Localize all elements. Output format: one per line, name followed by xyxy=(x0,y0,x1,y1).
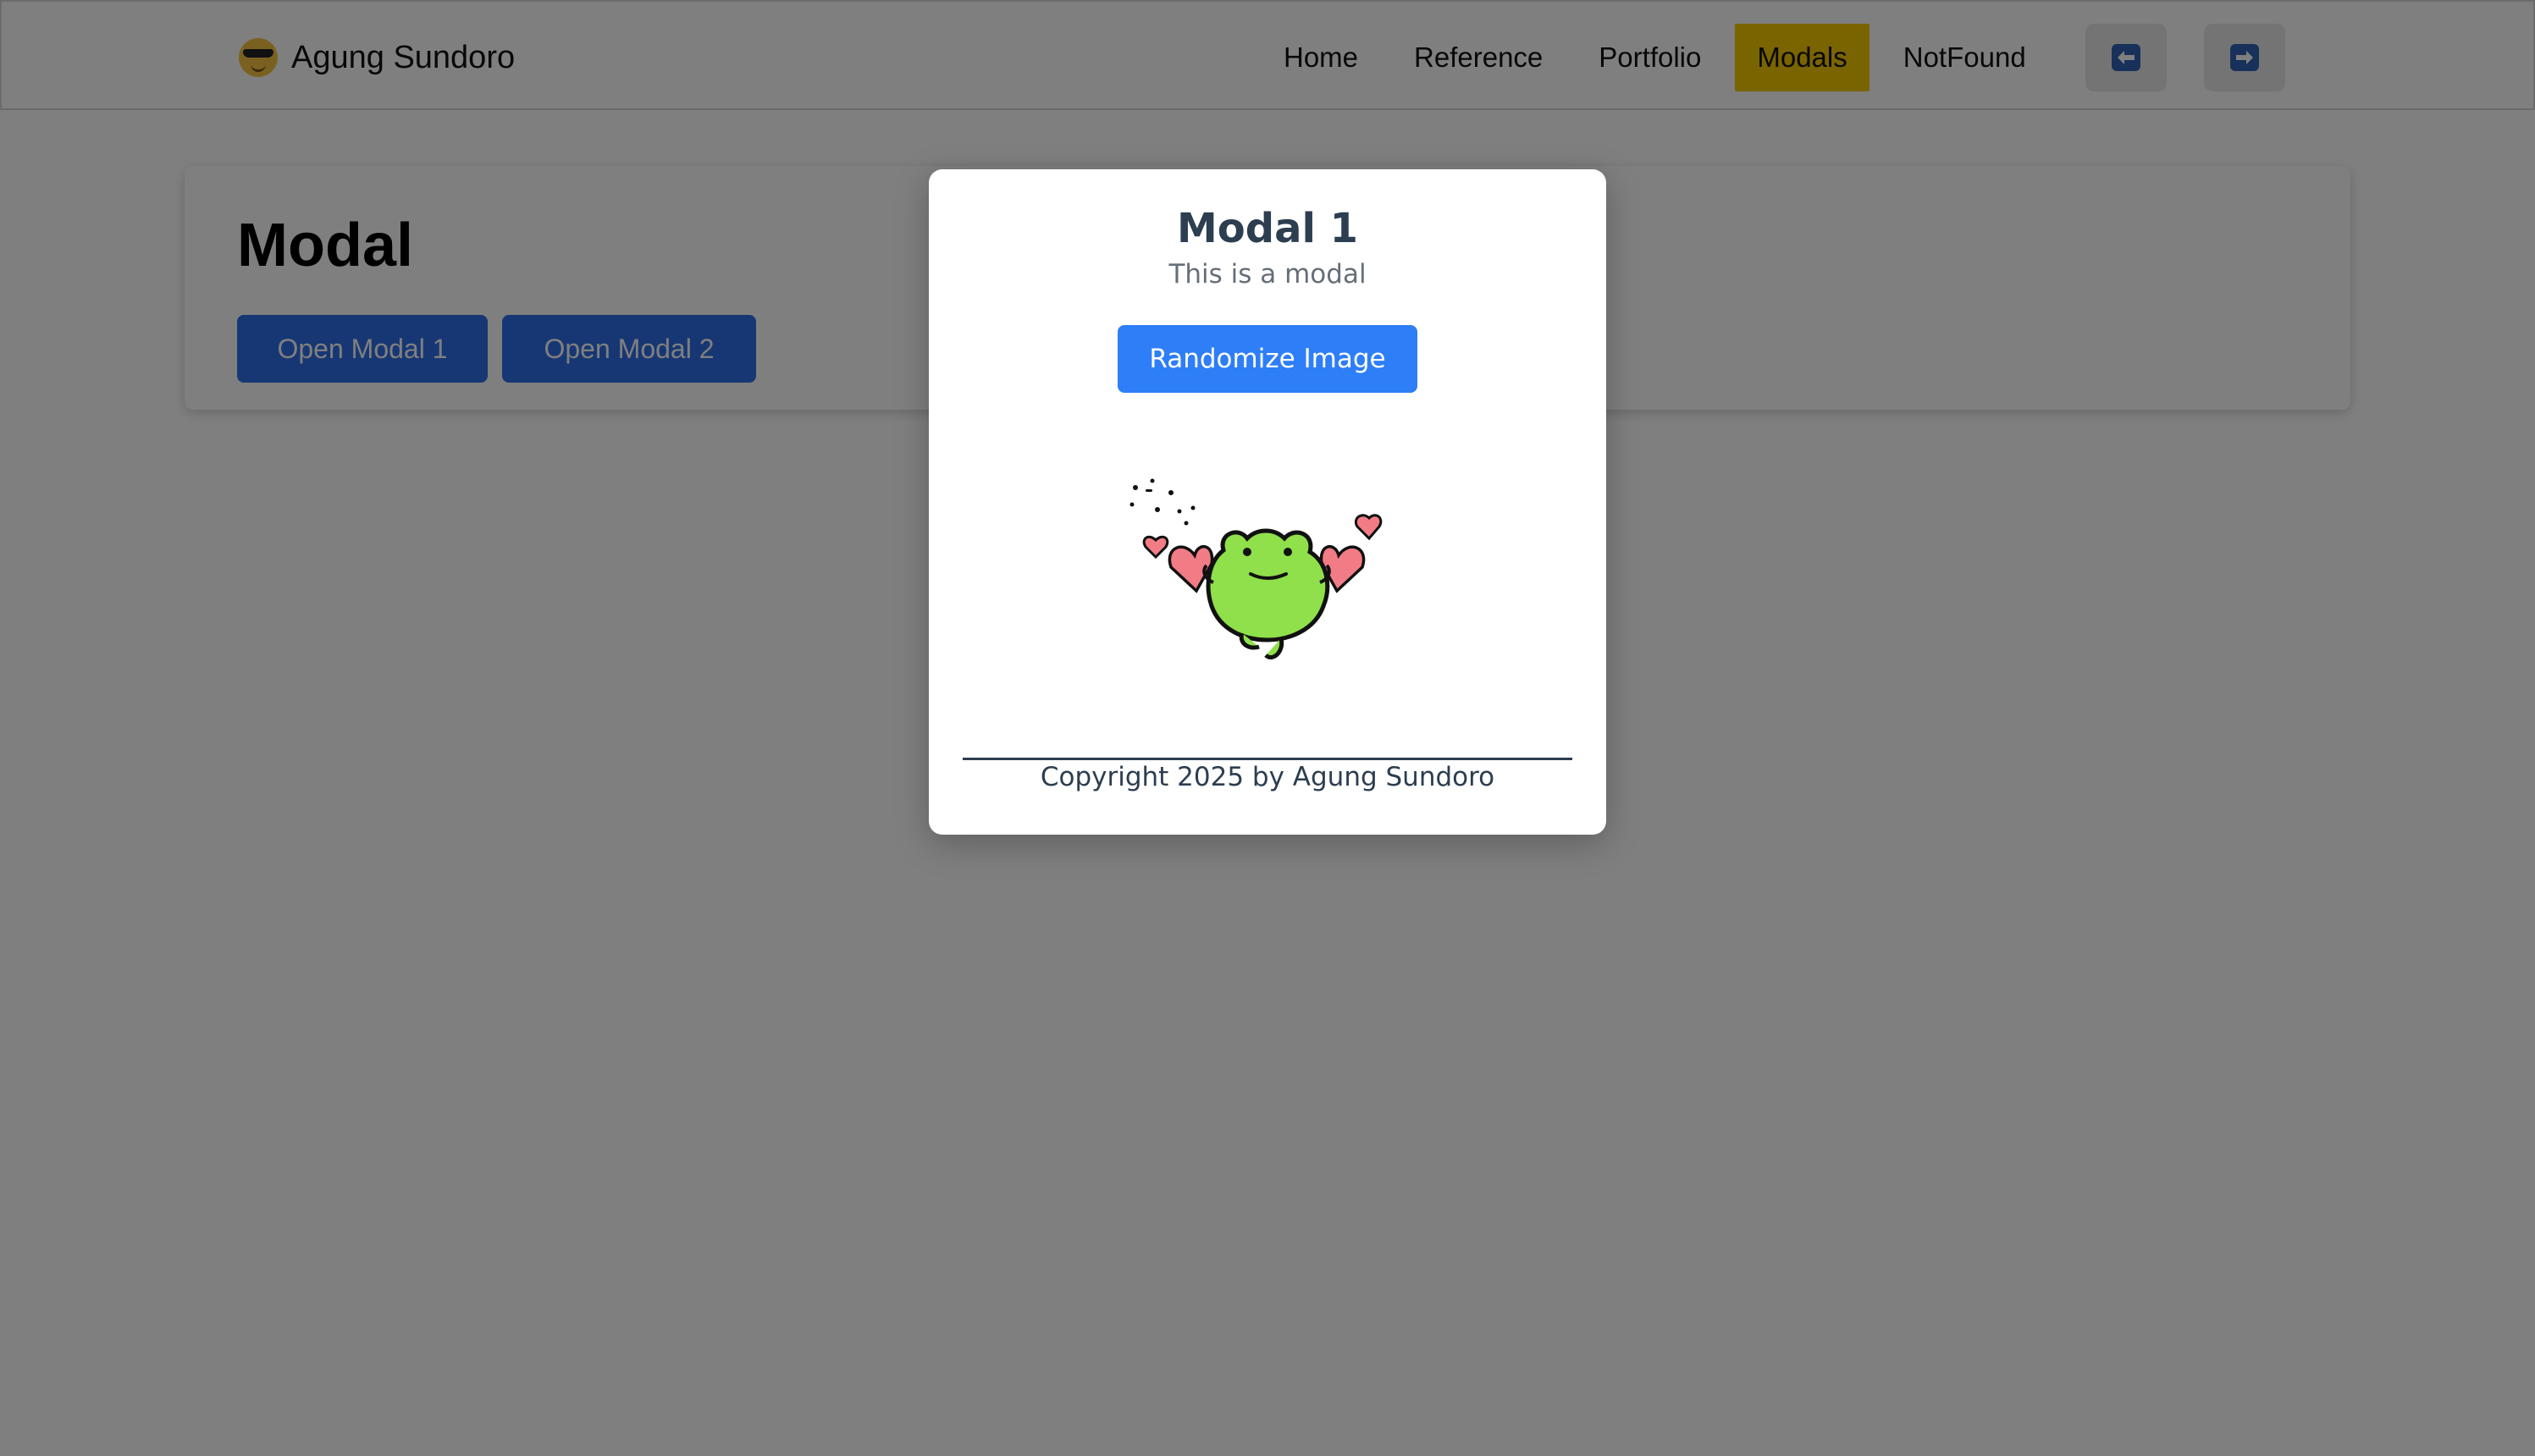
randomize-image-button[interactable]: Randomize Image xyxy=(1118,325,1417,393)
modal-title: Modal 1 xyxy=(1176,205,1359,252)
frog-with-hearts-icon xyxy=(1129,478,1383,659)
modal-dialog: Modal 1 This is a modal Randomize Image xyxy=(929,169,1606,835)
modal-subtitle: This is a modal xyxy=(1168,259,1367,290)
modal-footer: Copyright 2025 by Agung Sundoro xyxy=(1040,762,1495,792)
modal-divider xyxy=(963,758,1572,760)
